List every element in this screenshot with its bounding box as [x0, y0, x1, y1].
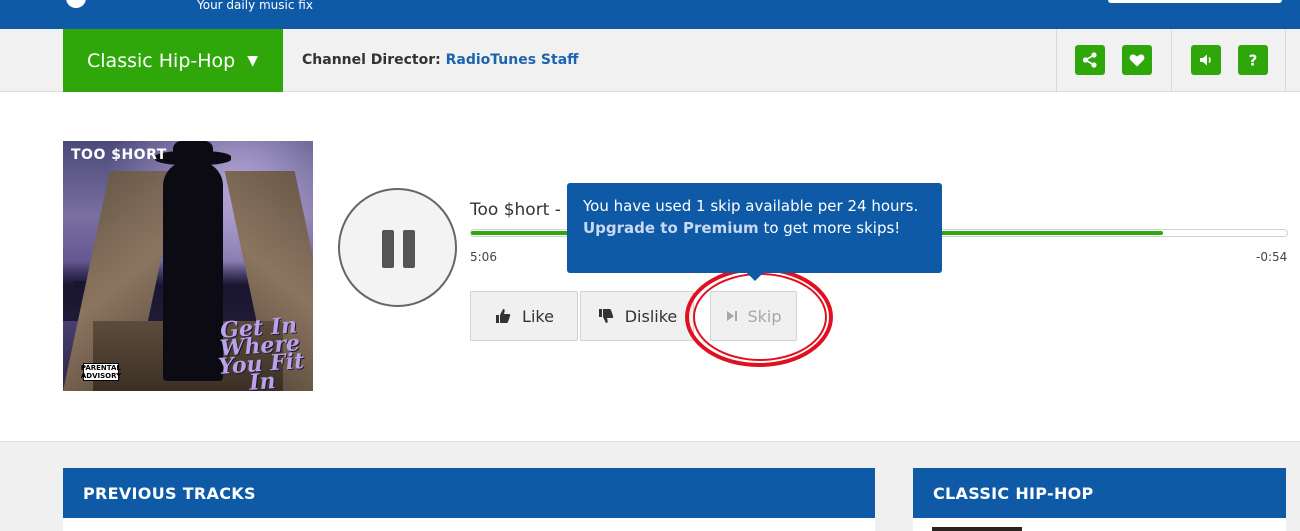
share-icon: [1082, 52, 1097, 68]
help-icon: ?: [1249, 52, 1258, 70]
like-button[interactable]: Like: [470, 291, 578, 341]
thumbs-down-icon: [598, 309, 613, 323]
skip-icon: [727, 311, 738, 321]
social-actions: [1056, 29, 1172, 92]
pause-icon: [382, 230, 394, 268]
volume-button[interactable]: [1191, 45, 1221, 75]
previous-tracks-panel: PREVIOUS TRACKS: [63, 468, 875, 531]
pause-button[interactable]: [338, 188, 457, 307]
skip-limit-tooltip: You have used 1 skip available per 24 ho…: [567, 183, 942, 281]
dislike-label: Dislike: [624, 306, 678, 326]
channel-bar: Classic Hip-Hop ▼ Channel Director: Radi…: [0, 29, 1300, 92]
share-button[interactable]: [1075, 45, 1105, 75]
heart-icon: [1129, 54, 1145, 67]
volume-icon: [1200, 54, 1211, 66]
tooltip-text-after: to get more skips!: [763, 219, 901, 237]
upgrade-link[interactable]: Upgrade to Premium: [583, 219, 759, 237]
tooltip-pointer: [747, 273, 763, 281]
top-header: Your daily music fix: [0, 0, 1300, 29]
favorite-button[interactable]: [1122, 45, 1152, 75]
parental-advisory-label: PARENTAL ADVISORY: [80, 363, 122, 381]
album-artist-logo: TOO $HORT: [71, 147, 167, 163]
search-input[interactable]: [1108, 0, 1282, 3]
chevron-down-icon: ▼: [247, 52, 258, 69]
channel-dropdown[interactable]: Classic Hip-Hop ▼: [63, 29, 283, 92]
channel-thumbnail[interactable]: [932, 527, 1022, 531]
director-link[interactable]: RadioTunes Staff: [446, 52, 579, 68]
channel-info-panel: CLASSIC HIP-HOP: [913, 468, 1286, 531]
previous-tracks-heading: PREVIOUS TRACKS: [63, 468, 875, 518]
tagline: Your daily music fix: [197, 0, 313, 12]
logo-icon[interactable]: [66, 0, 86, 8]
help-button[interactable]: ?: [1238, 45, 1268, 75]
track-title: Too $hort -: [470, 200, 561, 220]
dislike-button[interactable]: Dislike: [580, 291, 694, 341]
tooltip-text-before: You have used 1 skip available per 24 ho…: [583, 197, 919, 215]
channel-panel-heading: CLASSIC HIP-HOP: [913, 468, 1286, 518]
channel-director: Channel Director: RadioTunes Staff: [302, 52, 579, 68]
skip-button[interactable]: Skip: [710, 291, 797, 341]
elapsed-time: 5:06: [470, 250, 497, 264]
director-label: Channel Director:: [302, 52, 441, 68]
channel-name: Classic Hip-Hop: [87, 49, 236, 72]
thumbs-up-icon: [496, 309, 511, 323]
skip-label: Skip: [747, 306, 782, 326]
album-art: TOO $HORT Get In Where You Fit In PARENT…: [63, 141, 313, 391]
remaining-time: -0:54: [1256, 250, 1288, 264]
player-actions: ?: [1171, 29, 1286, 92]
svg-text:?: ?: [1249, 52, 1258, 70]
album-title-art: Get In Where You Fit In: [217, 312, 306, 391]
like-label: Like: [522, 306, 554, 326]
